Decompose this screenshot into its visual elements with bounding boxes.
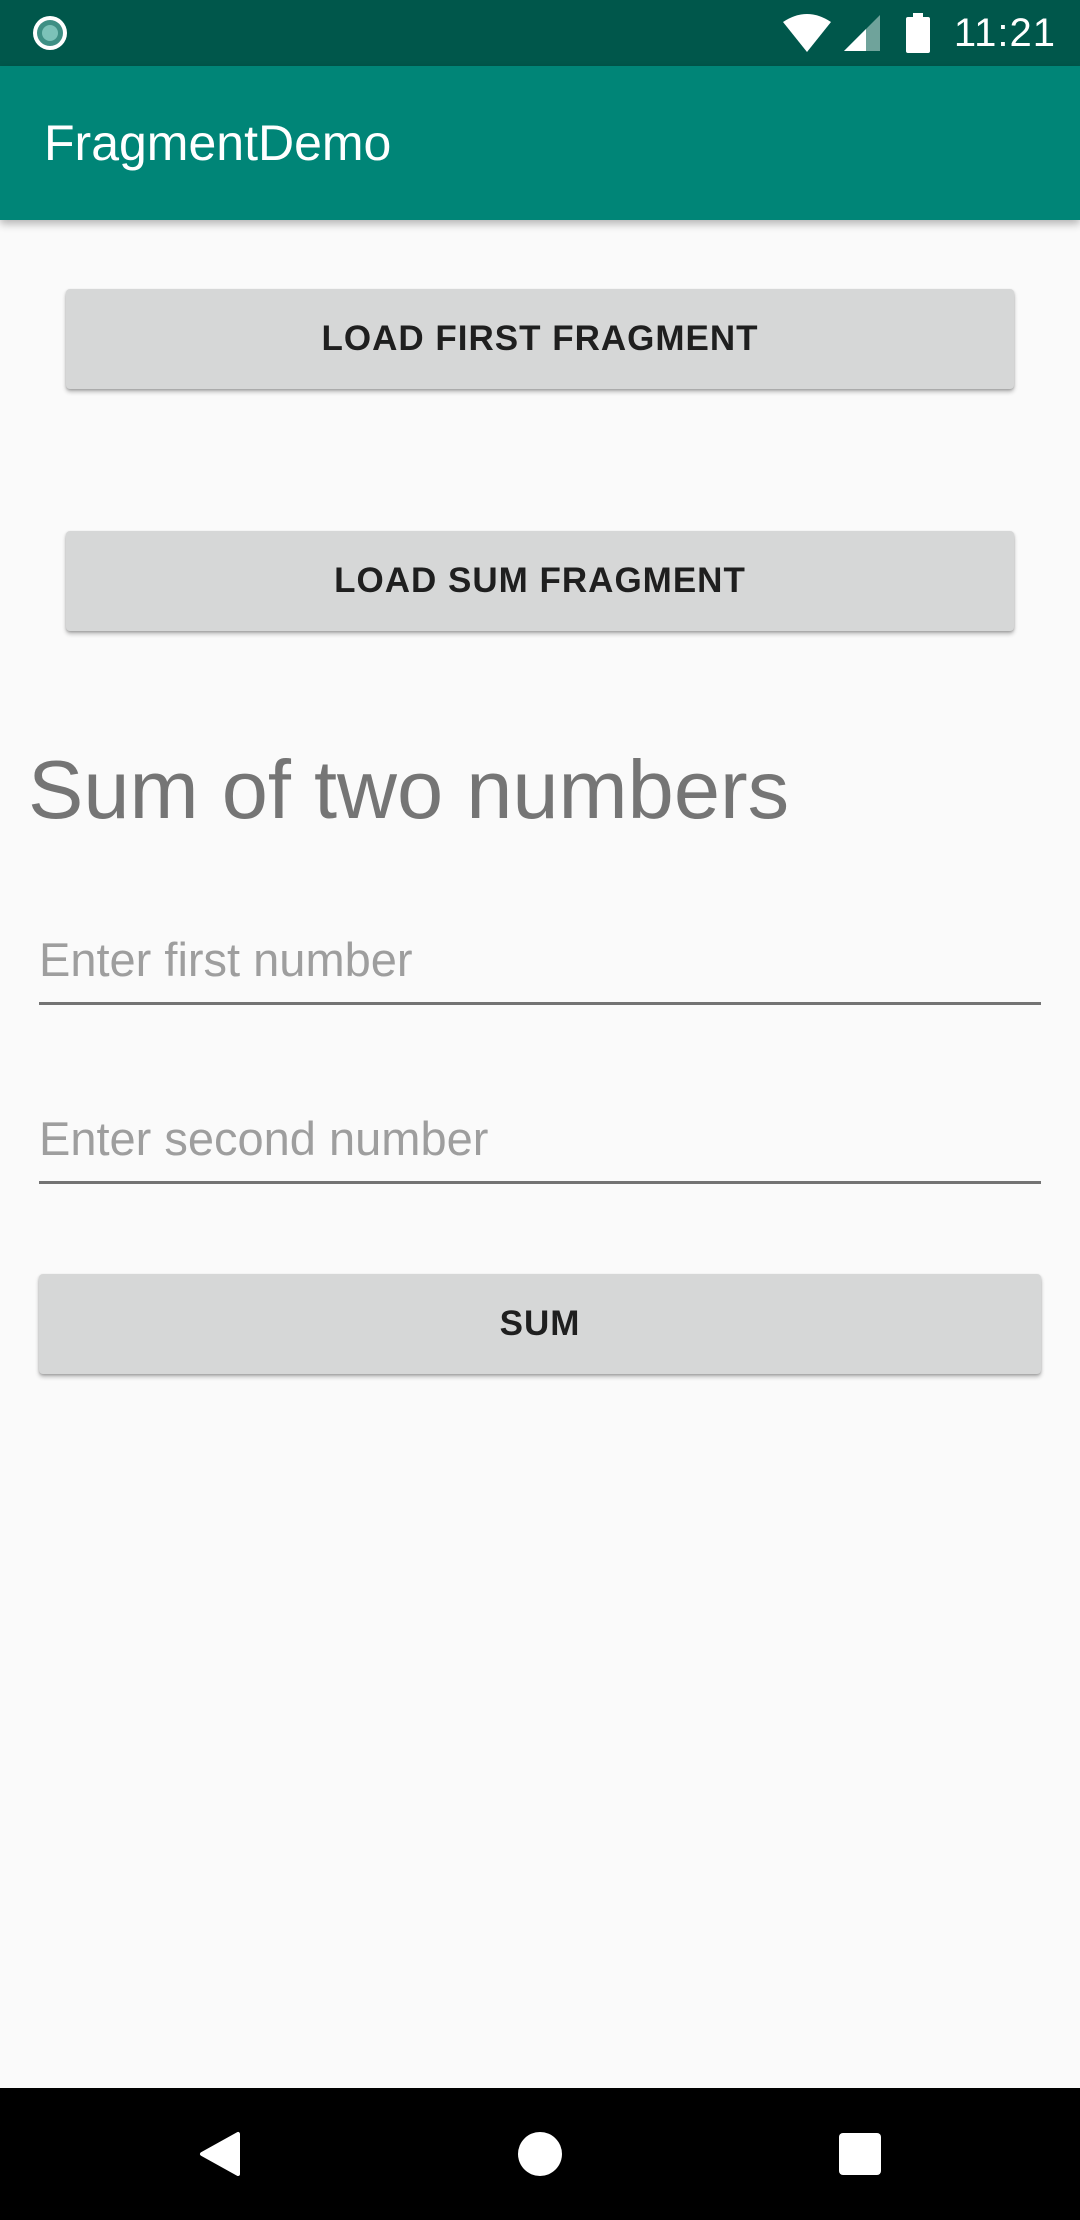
app-title: FragmentDemo	[44, 115, 392, 171]
home-icon	[518, 2132, 562, 2176]
back-button[interactable]	[140, 2088, 300, 2220]
first-number-input[interactable]	[39, 924, 1041, 994]
notification-dot-icon	[33, 16, 67, 50]
app-bar: FragmentDemo	[0, 66, 1080, 220]
recents-icon	[839, 2133, 881, 2175]
battery-icon	[905, 13, 930, 53]
navigation-bar	[0, 2088, 1080, 2220]
status-icons: 11:21	[782, 0, 1056, 66]
fragment-title: Sum of two numbers	[28, 743, 790, 836]
load-sum-fragment-button[interactable]: LOAD SUM FRAGMENT	[66, 531, 1014, 631]
load-first-fragment-button[interactable]: LOAD FIRST FRAGMENT	[66, 289, 1014, 389]
status-bar: 11:21	[0, 0, 1080, 66]
second-number-input[interactable]	[39, 1103, 1041, 1173]
home-button[interactable]	[460, 2088, 620, 2220]
signal-icon	[843, 15, 880, 51]
recents-button[interactable]	[780, 2088, 940, 2220]
status-time: 11:21	[953, 10, 1056, 55]
wifi-icon	[782, 14, 831, 52]
second-number-field-container	[39, 1093, 1041, 1184]
sum-button[interactable]: SUM	[39, 1274, 1041, 1374]
back-icon	[200, 2132, 240, 2176]
first-number-field-container	[39, 914, 1041, 1005]
